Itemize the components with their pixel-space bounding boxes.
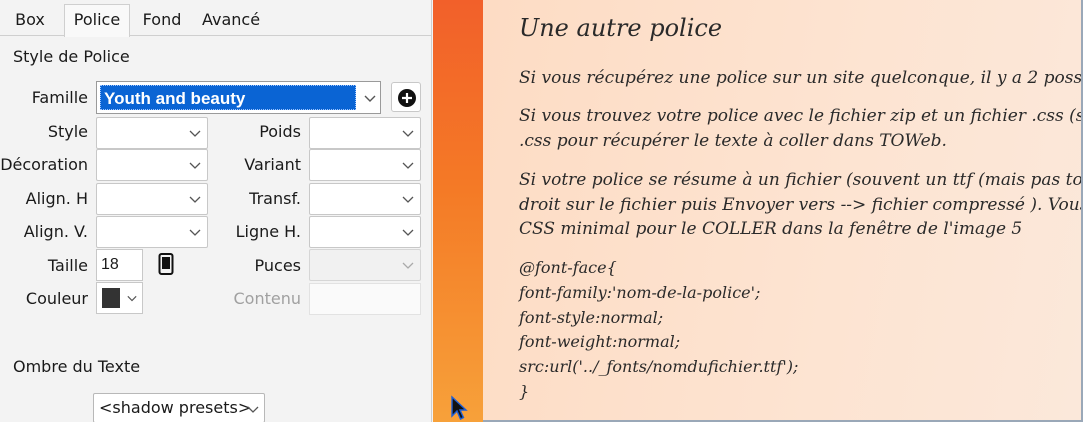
chevron-down-icon: [189, 130, 201, 137]
shadow-presets-value: <shadow presets>: [99, 398, 252, 417]
chevron-down-icon: [364, 95, 376, 102]
font-size-input[interactable]: 18: [96, 249, 143, 281]
tab-fond[interactable]: Fond: [132, 4, 192, 36]
chevron-down-icon: [402, 162, 414, 169]
tab-avance[interactable]: Avancé: [196, 4, 266, 36]
variant-select[interactable]: [309, 149, 421, 181]
label-couleur: Couleur: [25, 289, 88, 308]
font-preview-area: Une autre police Si vous récupérez une p…: [483, 0, 1083, 422]
preview-code-line: font-family:'nom-de-la-police';: [519, 283, 761, 302]
transform-select[interactable]: [309, 183, 421, 215]
decoration-select[interactable]: [96, 149, 208, 181]
content-input[interactable]: [309, 283, 421, 315]
accent-strip: [433, 0, 483, 422]
preview-code-line: font-style:normal;: [519, 308, 664, 327]
label-taille: Taille: [47, 256, 88, 275]
label-style: Style: [47, 122, 88, 141]
text-color-picker[interactable]: [96, 282, 143, 314]
preview-line: .css pour récupérer le texte à coller da…: [519, 131, 947, 151]
tab-police[interactable]: Police: [64, 4, 130, 37]
preview-code-line: }: [519, 382, 530, 401]
mobile-phone-icon[interactable]: [158, 253, 174, 275]
font-settings-panel: Box Police Fond Avancé Style de Police F…: [0, 0, 432, 422]
mouse-cursor-icon: [451, 395, 468, 420]
align-h-select[interactable]: [96, 183, 208, 215]
section-title-font-style: Style de Police: [13, 47, 130, 66]
label-puces: Puces: [254, 256, 301, 275]
font-family-select[interactable]: Youth and beauty: [96, 81, 381, 114]
preview-line: Si vous trouvez votre police avec le fic…: [519, 106, 1083, 126]
preview-line: Si vous récupérez une police sur un site…: [519, 68, 1083, 88]
preview-code-line: font-weight:normal;: [519, 332, 681, 351]
tab-box[interactable]: Box: [0, 4, 60, 36]
preview-line: Si votre police se résume à un fichier (…: [519, 170, 1083, 190]
label-variant: Variant: [244, 155, 301, 174]
preview-line: droit sur le fichier puis Envoyer vers -…: [519, 195, 1083, 215]
label-contenu: Contenu: [233, 289, 302, 308]
label-ligne-h: Ligne H.: [235, 222, 301, 241]
chevron-down-icon: [127, 295, 137, 302]
chevron-down-icon: [402, 262, 414, 269]
add-font-button[interactable]: [391, 82, 421, 112]
chevron-down-icon: [247, 406, 259, 413]
label-align-v: Align. V.: [23, 222, 88, 241]
preview-code-line: src:url('../_fonts/nomdufichier.ttf');: [519, 357, 799, 376]
label-decoration: Décoration: [0, 155, 88, 174]
label-famille: Famille: [31, 88, 88, 107]
preview-code-line: @font-face{: [519, 258, 617, 277]
line-height-select[interactable]: [309, 216, 421, 248]
color-swatch: [102, 288, 120, 308]
chevron-down-icon: [189, 196, 201, 203]
shadow-presets-select[interactable]: <shadow presets>: [93, 393, 265, 422]
chevron-down-icon: [402, 196, 414, 203]
bullets-select[interactable]: [309, 249, 421, 281]
weight-select[interactable]: [309, 117, 421, 149]
font-family-value: Youth and beauty: [100, 85, 356, 110]
label-transf: Transf.: [249, 189, 301, 208]
label-align-h: Align. H: [25, 189, 88, 208]
label-poids: Poids: [259, 122, 301, 141]
section-title-text-shadow: Ombre du Texte: [13, 357, 141, 376]
chevron-down-icon: [402, 130, 414, 137]
tab-bar: Box Police Fond Avancé: [0, 4, 432, 37]
chevron-down-icon: [189, 162, 201, 169]
chevron-down-icon: [402, 229, 414, 236]
chevron-down-icon: [189, 229, 201, 236]
preview-title: Une autre police: [519, 14, 723, 42]
style-select[interactable]: [96, 117, 208, 149]
preview-line: CSS minimal pour le COLLER dans la fenêt…: [519, 219, 1023, 239]
plus-circle-icon: [398, 89, 416, 107]
align-v-select[interactable]: [96, 216, 208, 248]
